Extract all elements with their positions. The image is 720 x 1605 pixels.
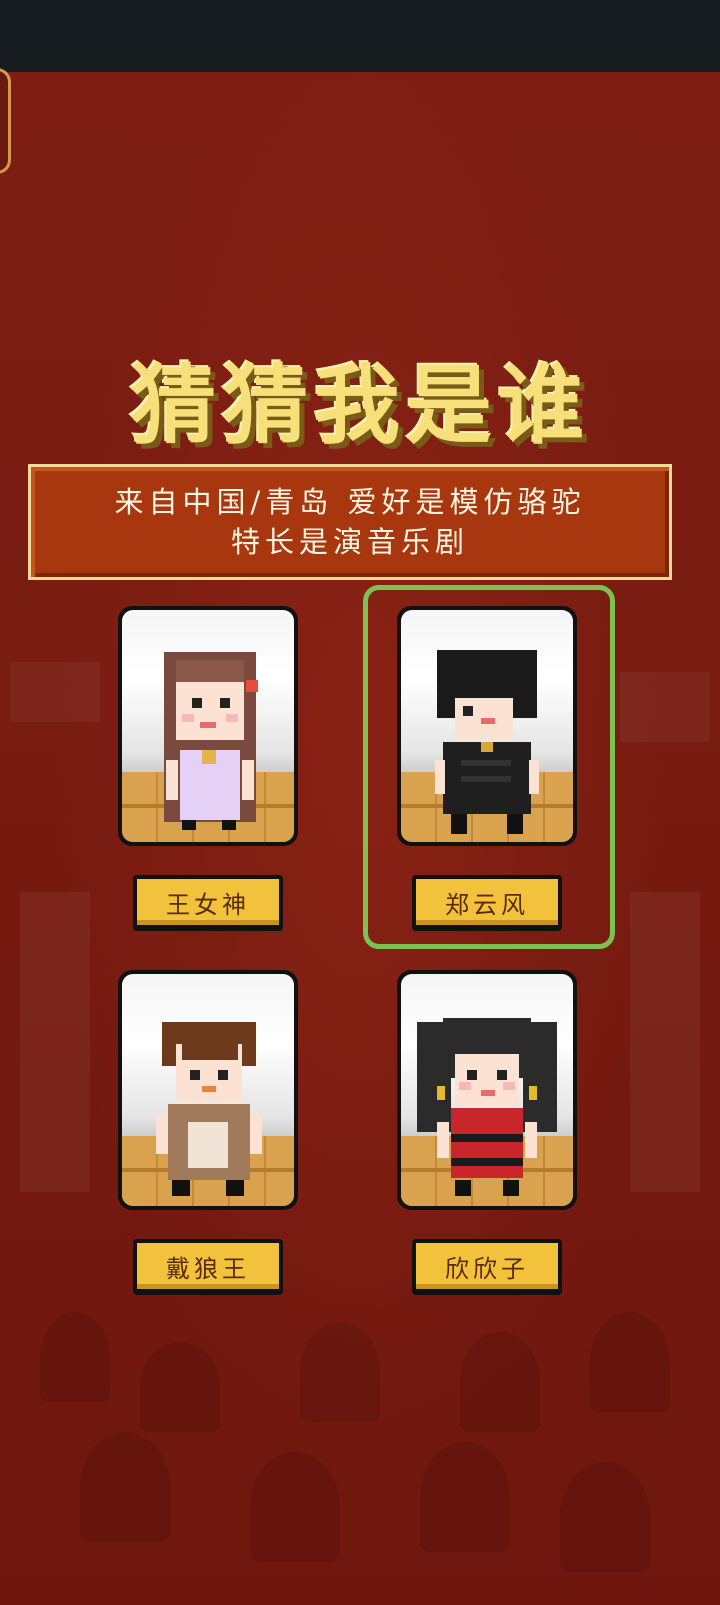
card-portrait bbox=[401, 974, 573, 1206]
name-button-1[interactable]: 王女神 bbox=[133, 875, 283, 931]
name-label-3: 戴狼王 bbox=[137, 1243, 279, 1289]
name-label-2: 郑云风 bbox=[416, 879, 558, 925]
bg-decor bbox=[20, 892, 90, 1192]
character-card-1[interactable] bbox=[118, 606, 298, 846]
bg-crowd bbox=[140, 1342, 220, 1432]
card-portrait bbox=[122, 610, 294, 842]
bg-crowd bbox=[460, 1332, 540, 1432]
name-button-2[interactable]: 郑云风 bbox=[412, 875, 562, 931]
card-portrait bbox=[401, 610, 573, 842]
card-portrait bbox=[122, 974, 294, 1206]
bg-decor bbox=[10, 662, 100, 722]
bg-crowd bbox=[40, 1312, 110, 1402]
name-button-4[interactable]: 欣欣子 bbox=[412, 1239, 562, 1295]
character-sprite-boy-brown-costume bbox=[156, 1022, 262, 1196]
name-label-4: 欣欣子 bbox=[416, 1243, 558, 1289]
character-sprite-man-black-suit bbox=[435, 650, 539, 834]
page-title: 猜猜我是谁 bbox=[130, 356, 590, 456]
bg-crowd bbox=[250, 1452, 340, 1562]
bg-crowd bbox=[300, 1322, 380, 1422]
character-sprite-girl-purple-dress bbox=[164, 652, 258, 830]
bg-crowd bbox=[590, 1312, 670, 1412]
clue-line-2: 特长是演音乐剧 bbox=[230, 525, 469, 559]
clue-box: 来自中国/青岛 爱好是模仿骆驼 特长是演音乐剧 bbox=[28, 464, 672, 580]
clue-line-1: 来自中国/青岛 爱好是模仿骆驼 bbox=[114, 485, 586, 519]
bg-decor bbox=[620, 672, 710, 742]
status-bar bbox=[0, 0, 720, 72]
name-label-1: 王女神 bbox=[137, 879, 279, 925]
character-card-4[interactable] bbox=[397, 970, 577, 1210]
character-sprite-girl-twin-tails bbox=[417, 1018, 557, 1196]
bg-crowd bbox=[80, 1432, 170, 1542]
back-tab[interactable] bbox=[0, 68, 11, 174]
character-card-2[interactable] bbox=[397, 606, 577, 846]
character-card-3[interactable] bbox=[118, 970, 298, 1210]
name-button-3[interactable]: 戴狼王 bbox=[133, 1239, 283, 1295]
bg-decor bbox=[630, 892, 700, 1192]
bg-crowd bbox=[560, 1462, 650, 1572]
bg-crowd bbox=[420, 1442, 510, 1552]
